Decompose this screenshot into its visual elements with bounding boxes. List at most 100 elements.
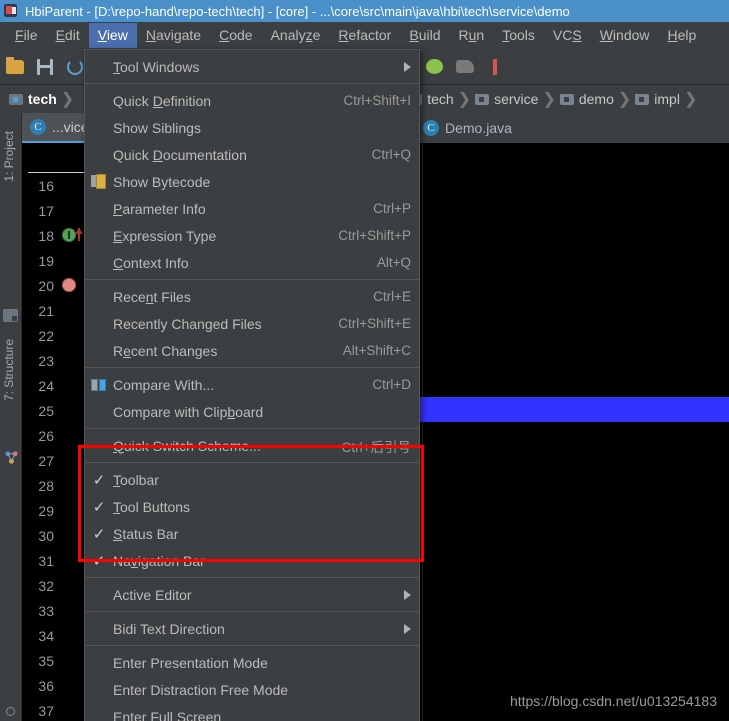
menubar-item-build[interactable]: Build	[400, 23, 449, 48]
breakpoint-disabled-icon[interactable]	[62, 278, 76, 292]
override-method-icon[interactable]	[62, 228, 76, 242]
breadcrumb-item-impl[interactable]: impl	[632, 91, 683, 107]
menu-item-enter-full-screen[interactable]: Enter Full Screen	[85, 703, 419, 721]
menu-separator	[85, 645, 419, 646]
line-number: 25	[38, 404, 54, 418]
menu-item-quick-documentation[interactable]: Quick DocumentationCtrl+Q	[85, 141, 419, 168]
sidebar-item-structure[interactable]: 7: Structure	[2, 339, 16, 401]
line-number: 17	[38, 204, 54, 218]
module-folder-icon	[9, 94, 23, 105]
menu-item-shortcut: Ctrl+Shift+I	[323, 93, 411, 108]
menu-item-label: Enter Distraction Free Mode	[113, 682, 411, 698]
menu-item-label: Status Bar	[113, 526, 411, 542]
intellij-idea-icon	[3, 3, 19, 19]
menu-item-label: Toolbar	[113, 472, 411, 488]
check-icon: ✓	[85, 552, 113, 570]
menu-item-label: Active Editor	[113, 587, 394, 603]
menu-item-compare-with-clipboard[interactable]: Compare with Clipboard	[85, 398, 419, 425]
menu-item-recently-changed-files[interactable]: Recently Changed FilesCtrl+Shift+E	[85, 310, 419, 337]
line-number: 18	[38, 229, 54, 243]
line-number: 16	[38, 179, 54, 193]
menu-item-recent-files[interactable]: Recent FilesCtrl+E	[85, 283, 419, 310]
menu-item-expression-type[interactable]: Expression TypeCtrl+Shift+P	[85, 222, 419, 249]
menu-item-navigation-bar[interactable]: ✓Navigation Bar	[85, 547, 419, 574]
menubar-item-vcs[interactable]: VCS	[544, 23, 591, 48]
menu-item-toolbar[interactable]: ✓Toolbar	[85, 466, 419, 493]
menu-item-quick-definition[interactable]: Quick DefinitionCtrl+Shift+I	[85, 87, 419, 114]
line-number: 26	[38, 429, 54, 443]
menu-item-label: Enter Full Screen	[113, 709, 411, 721]
menu-item-shortcut: Ctrl+P	[353, 201, 411, 216]
menu-item-parameter-info[interactable]: Parameter InfoCtrl+P	[85, 195, 419, 222]
menubar: FileEditViewNavigateCodeAnalyzeRefactorB…	[0, 22, 729, 49]
menu-item-enter-presentation-mode[interactable]: Enter Presentation Mode	[85, 649, 419, 676]
breadcrumb-item-service[interactable]: service	[472, 91, 541, 107]
menu-separator	[85, 279, 419, 280]
line-number: 27	[38, 454, 54, 468]
editor-gutter[interactable]: 1617181920212223242526272829303132333435…	[22, 143, 84, 721]
menubar-item-analyze[interactable]: Analyze	[262, 23, 330, 48]
debug-junit-icon[interactable]	[422, 54, 448, 80]
gutter-divider	[28, 172, 84, 173]
menubar-item-file[interactable]: File	[6, 23, 47, 48]
line-number: 24	[38, 379, 54, 393]
line-number: 22	[38, 329, 54, 343]
menu-item-bidi-text-direction[interactable]: Bidi Text Direction	[85, 615, 419, 642]
menubar-item-run[interactable]: Run	[450, 23, 494, 48]
stop-icon[interactable]	[482, 54, 508, 80]
menubar-item-view[interactable]: View	[89, 23, 137, 48]
menu-item-label: Parameter Info	[113, 201, 353, 217]
menubar-item-help[interactable]: Help	[659, 23, 706, 48]
menubar-item-window[interactable]: Window	[591, 23, 659, 48]
class-icon: C	[30, 119, 46, 135]
menubar-item-refactor[interactable]: Refactor	[329, 23, 400, 48]
bytecode-icon	[85, 174, 113, 189]
menu-item-label: Expression Type	[113, 228, 318, 244]
menu-item-shortcut: Ctrl+Shift+P	[318, 228, 411, 243]
menu-item-show-bytecode[interactable]: Show Bytecode	[85, 168, 419, 195]
menu-item-tool-windows[interactable]: Tool Windows	[85, 53, 419, 80]
class-icon: C	[423, 120, 439, 136]
menu-item-label: Navigation Bar	[113, 553, 411, 569]
menu-item-label: Recent Files	[113, 289, 353, 305]
folder-icon	[560, 94, 574, 105]
menu-item-tool-buttons[interactable]: ✓Tool Buttons	[85, 493, 419, 520]
breadcrumb-separator: ❯	[457, 89, 472, 109]
menu-item-shortcut: Ctrl+D	[352, 377, 411, 392]
menubar-item-tools[interactable]: Tools	[493, 23, 544, 48]
menubar-item-navigate[interactable]: Navigate	[137, 23, 210, 48]
menu-item-enter-distraction-free-mode[interactable]: Enter Distraction Free Mode	[85, 676, 419, 703]
menu-item-context-info[interactable]: Context InfoAlt+Q	[85, 249, 419, 276]
menu-separator	[85, 462, 419, 463]
submenu-arrow-icon	[404, 62, 411, 72]
menu-item-status-bar[interactable]: ✓Status Bar	[85, 520, 419, 547]
view-menu: Tool Windows Quick DefinitionCtrl+Shift+I…	[84, 49, 420, 721]
menubar-item-code[interactable]: Code	[210, 23, 261, 48]
breadcrumb-item-module[interactable]: tech	[6, 91, 60, 107]
menu-item-recent-changes[interactable]: Recent ChangesAlt+Shift+C	[85, 337, 419, 364]
sidebar-item-project[interactable]: 1: Project	[2, 131, 16, 182]
line-number: 31	[38, 554, 54, 568]
line-number: 21	[38, 304, 54, 318]
open-folder-icon[interactable]	[2, 54, 28, 80]
menu-item-label: Bidi Text Direction	[113, 621, 394, 637]
save-all-icon[interactable]	[32, 54, 58, 80]
idea-window: HbiParent - [D:\repo-hand\repo-tech\tech…	[0, 0, 729, 721]
editor-tab-1[interactable]: CDemo.java	[415, 113, 520, 143]
menu-item-label: Show Bytecode	[113, 174, 411, 190]
menu-item-quick-switch-scheme[interactable]: Quick Switch Scheme...Ctrl+后引号	[85, 432, 419, 459]
line-number: 23	[38, 354, 54, 368]
check-icon: ✓	[85, 471, 113, 489]
line-number: 30	[38, 529, 54, 543]
menu-item-show-siblings[interactable]: Show Siblings	[85, 114, 419, 141]
window-title: HbiParent - [D:\repo-hand\repo-tech\tech…	[25, 4, 570, 19]
breadcrumb-item-demo[interactable]: demo	[557, 91, 617, 107]
menu-item-label: Quick Switch Scheme...	[113, 438, 322, 454]
menubar-item-edit[interactable]: Edit	[47, 23, 89, 48]
menu-item-compare-with[interactable]: Compare With...Ctrl+D	[85, 371, 419, 398]
profile-icon[interactable]	[452, 54, 478, 80]
menu-item-active-editor[interactable]: Active Editor	[85, 581, 419, 608]
breadcrumb-label: service	[494, 91, 538, 107]
folder-icon	[475, 94, 489, 105]
left-tool-window-bar: 1: Project 7: Structure	[0, 113, 22, 721]
